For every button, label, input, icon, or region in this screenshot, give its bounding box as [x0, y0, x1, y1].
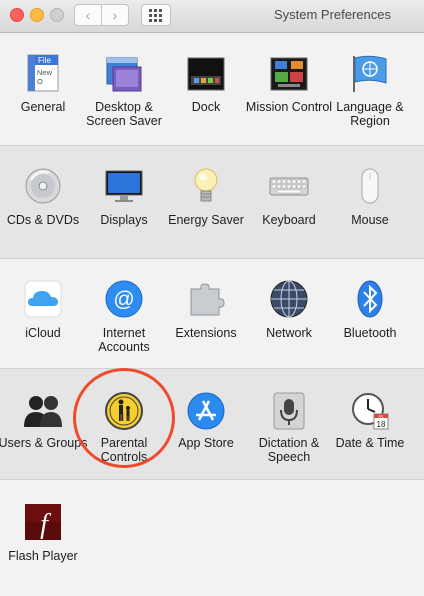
pane-label: Bluetooth — [343, 326, 397, 340]
pane-label: Date & Time — [335, 436, 405, 450]
svg-text:New: New — [37, 68, 53, 77]
general-icon: File New O — [27, 54, 59, 92]
svg-text:JUL: JUL — [378, 415, 384, 419]
pane-label: Users & Groups — [0, 436, 88, 450]
window-title: System Preferences — [273, 7, 391, 22]
title-bar: ‹ › System Preferences — [0, 0, 424, 33]
close-button[interactable] — [10, 8, 24, 22]
pane-label: Dictation & Speech — [258, 436, 320, 464]
chevron-right-icon: › — [112, 7, 118, 23]
pane-label: Keyboard — [262, 213, 316, 227]
pane-label: App Store — [178, 436, 234, 450]
users-icon — [24, 396, 62, 427]
at-icon: @ — [105, 280, 143, 318]
preferences-row-system: Users & Groups Parental Controls App Sto… — [0, 368, 424, 479]
svg-text:18: 18 — [377, 420, 386, 429]
system-preferences-window: ‹ › System Preferences File New O Genera… — [0, 0, 424, 596]
preferences-row-other: f Flash Player — [0, 479, 424, 596]
app-store-icon — [187, 392, 225, 430]
pane-label: Language & Region — [336, 100, 404, 128]
mouse-icon — [361, 168, 379, 204]
lightbulb-icon — [194, 168, 218, 202]
dock-icon — [187, 57, 225, 91]
svg-text:@: @ — [113, 288, 134, 311]
svg-text:O: O — [37, 77, 43, 86]
keyboard-icon — [269, 177, 309, 196]
desktop-icon — [106, 57, 142, 92]
mission-control-icon — [270, 57, 308, 91]
icloud-icon — [24, 280, 62, 318]
bluetooth-icon — [357, 280, 383, 318]
pane-label: Mission Control — [245, 100, 333, 114]
pane-label: Extensions — [175, 326, 237, 340]
preferences-row-hardware: CDs & DVDs Displays Energy Saver Keyboar… — [0, 145, 424, 258]
language-region-icon — [353, 55, 387, 92]
show-all-button[interactable] — [141, 4, 171, 26]
microphone-icon — [273, 392, 305, 430]
svg-text:File: File — [38, 56, 51, 65]
puzzle-icon — [190, 283, 225, 316]
minimize-button[interactable] — [30, 8, 44, 22]
flash-icon: f — [25, 504, 61, 540]
pane-label: Dock — [191, 100, 221, 114]
pane-label: Network — [266, 326, 312, 340]
display-icon — [105, 170, 143, 202]
zoom-button[interactable] — [50, 8, 64, 22]
preferences-row-internet: iCloud @ Internet Accounts Extensions Ne… — [0, 258, 424, 369]
pane-label: Energy Saver — [168, 213, 244, 227]
pane-label: iCloud — [25, 326, 61, 340]
pane-label: CDs & DVDs — [6, 213, 80, 227]
pane-label: Desktop & Screen Saver — [86, 100, 162, 128]
pane-label: Internet Accounts — [98, 326, 150, 354]
globe-icon — [270, 280, 308, 318]
pane-label: Displays — [100, 213, 148, 227]
preferences-row-personal: File New O General Desktop & Screen Save… — [0, 33, 424, 145]
cd-icon — [25, 168, 61, 204]
chevron-left-icon: ‹ — [85, 7, 91, 23]
pane-label: Mouse — [351, 213, 389, 227]
forward-button[interactable]: › — [101, 4, 129, 26]
pane-label: General — [20, 100, 66, 114]
pane-label: Flash Player — [8, 549, 78, 563]
highlight-circle — [73, 368, 175, 468]
clock-icon: JUL 18 — [352, 393, 389, 430]
back-button[interactable]: ‹ — [74, 4, 102, 26]
